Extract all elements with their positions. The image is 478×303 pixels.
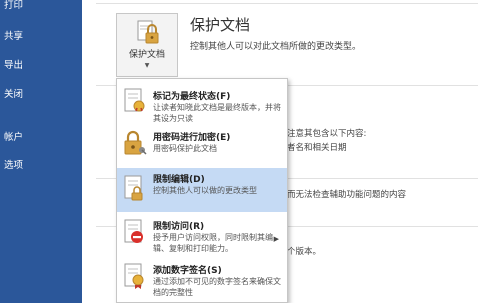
accessibility-text: 而无法检查辅助功能问题的内容 [287,190,407,200]
menu-item-restrict-editing[interactable]: 限制编辑(D) 控制其他人可以做的更改类型 [117,168,287,212]
page-description: 控制其他人可以对此文档所做的更改类型。 [190,42,362,52]
menu-item-mark-final[interactable]: 标记为最终状态(F) 让读者知晓此文档是最终版本，并将其设为只读 [117,85,287,125]
nav-item-account[interactable]: 帐户 [0,127,82,149]
chevron-down-icon: ▼ [144,62,150,69]
versions-text: 个版本。 [287,247,322,257]
section-divider [96,3,478,4]
submenu-arrow-icon: ▶ [273,235,279,243]
nav-item-options[interactable]: 选项 [0,155,82,177]
inspect-text: 注意其包含以下内容: [287,129,367,139]
lock-document-icon [137,20,159,44]
menu-item-description: 用密码保护此文档 [153,144,217,153]
nav-item-close[interactable]: 关闭 [0,84,82,106]
menu-item-title: 限制编辑(D) [153,175,205,185]
nav-item-share[interactable]: 共享 [0,26,82,48]
protect-document-label: 保护文档 [128,50,165,60]
menu-item-description: 授予用户访问权限，同时限制其编辑、复制和打印能力。 [153,233,273,253]
inspect-text: 者名和相关日期 [287,143,347,153]
menu-item-restrict-access[interactable]: 限制访问(R) 授予用户访问权限，同时限制其编辑、复制和打印能力。 ▶ [117,215,287,257]
page-title: 保护文档 [190,16,251,34]
menu-item-description: 控制其他人可以做的更改类型 [153,186,257,195]
nav-item-export[interactable]: 导出 [0,55,82,77]
nav-item-print[interactable]: 打印 [0,0,82,17]
menu-item-title: 添加数字签名(S) [153,266,222,276]
digital-signature-icon [124,263,144,289]
menu-item-description: 让读者知晓此文档是最终版本，并将其设为只读 [153,103,281,123]
menu-item-digital-signature[interactable]: 添加数字签名(S) 通过添加不可见的数字签名来确保文档的完整性 [117,259,287,302]
restrict-access-icon [124,219,143,243]
menu-item-title: 限制访问(R) [153,222,205,232]
menu-item-description: 通过添加不可见的数字签名来确保文档的完整性 [153,277,281,297]
protect-document-menu: 标记为最终状态(F) 让读者知晓此文档是最终版本，并将其设为只读 用密码进行加密… [116,78,288,303]
menu-item-title: 用密码进行加密(E) [153,133,231,143]
menu-item-encrypt-password[interactable]: 用密码进行加密(E) 用密码保护此文档 [117,126,287,164]
final-document-icon [124,88,145,112]
backstage-nav: 打印 共享 导出 关闭 帐户 选项 [0,0,82,303]
lock-key-icon [124,130,147,155]
menu-item-title: 标记为最终状态(F) [153,92,231,102]
protect-document-button[interactable]: 保护文档 ▼ [116,13,178,77]
restrict-editing-icon [124,175,143,201]
